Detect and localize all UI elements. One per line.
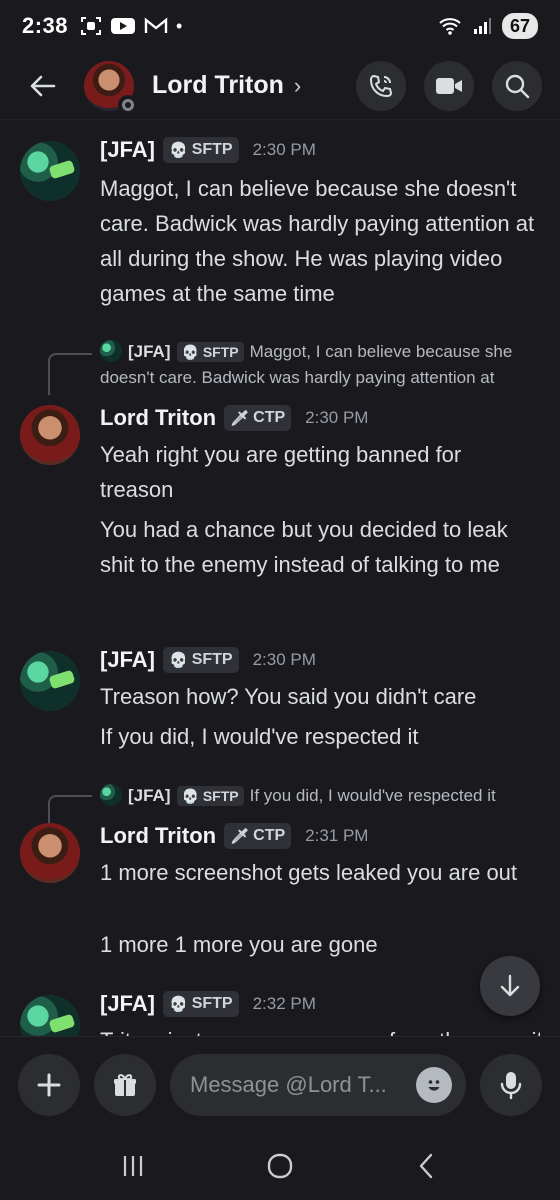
message-timestamp: 2:30 PM xyxy=(252,140,316,159)
search-icon xyxy=(505,74,530,98)
reply-spine xyxy=(48,353,92,395)
message-timestamp: 2:30 PM xyxy=(252,650,316,669)
reply-avatar xyxy=(100,784,122,806)
chevron-right-icon[interactable]: › xyxy=(294,73,301,99)
reply-clan-tag: 💀 SFTP xyxy=(176,786,244,806)
reply-author: [JFA] xyxy=(128,786,171,805)
add-attachment-button[interactable] xyxy=(18,1053,80,1116)
contact-name[interactable]: Lord Triton xyxy=(152,71,284,100)
emoji-button[interactable] xyxy=(416,1066,452,1103)
status-time: 2:38 xyxy=(22,13,69,38)
message-timestamp: 2:32 PM xyxy=(252,994,316,1013)
voice-message-button[interactable] xyxy=(480,1053,542,1116)
message-text: Triton, just so you are aware, from the … xyxy=(100,1023,540,1036)
message-author[interactable]: [JFA] xyxy=(100,991,155,1017)
message-timestamp: 2:30 PM xyxy=(305,408,369,427)
reply-spine xyxy=(48,795,92,825)
message-text: Maggot, I can believe because she doesn'… xyxy=(100,176,535,306)
battery-indicator: 67 xyxy=(501,13,538,39)
back-nav-icon[interactable] xyxy=(412,1151,442,1181)
microphone-icon xyxy=(500,1071,522,1099)
message-input-container[interactable] xyxy=(170,1053,466,1116)
video-call-button[interactable] xyxy=(424,60,474,111)
message-text: You had a chance but you decided to leak… xyxy=(100,517,508,577)
signal-icon xyxy=(473,18,491,34)
reply-preview[interactable]: [JFA] 💀 SFTP If you did, I would've respec… xyxy=(100,783,540,809)
message-text: Yeah right you are getting banned for tr… xyxy=(100,442,462,502)
voice-call-button[interactable] xyxy=(356,60,406,111)
user-avatar[interactable] xyxy=(20,405,80,465)
clan-tag: 💀 SFTP xyxy=(163,647,239,673)
message-input[interactable] xyxy=(190,1071,416,1098)
message-author[interactable]: [JFA] xyxy=(100,137,155,163)
reply-author: [JFA] xyxy=(128,342,171,361)
reply-avatar xyxy=(100,340,122,362)
sword-icon: 🗡 xyxy=(230,410,250,427)
gift-button[interactable] xyxy=(94,1053,156,1116)
smiley-icon xyxy=(428,1079,440,1091)
message-author[interactable]: Lord Triton xyxy=(100,823,216,849)
skull-icon: 💀 xyxy=(169,996,188,1013)
message-list[interactable]: [JFA] 💀 SFTP 2:30 PM Maggot, I can believ… xyxy=(0,121,560,1036)
user-avatar[interactable] xyxy=(20,823,80,883)
search-button[interactable] xyxy=(492,60,542,111)
screenshot-icon xyxy=(81,17,102,35)
home-icon[interactable] xyxy=(265,1151,295,1181)
user-avatar[interactable] xyxy=(20,651,80,711)
back-button[interactable] xyxy=(18,61,68,111)
clan-tag: 🗡 CTP xyxy=(224,823,292,849)
offline-status-indicator xyxy=(118,94,138,115)
reply-text: If you did, I would've respected it xyxy=(249,786,496,805)
wifi-icon xyxy=(439,18,461,35)
message-timestamp: 2:31 PM xyxy=(305,826,369,845)
status-bar: 2:38 • 67 xyxy=(0,0,560,52)
message-text: 1 more 1 more you are gone xyxy=(100,932,378,957)
message-author[interactable]: Lord Triton xyxy=(100,405,216,431)
user-avatar[interactable] xyxy=(20,141,80,201)
reply-preview[interactable]: [JFA] 💀 SFTP Maggot, I can believe because… xyxy=(100,339,540,391)
message-text: If you did, I would've respected it xyxy=(100,724,419,749)
message-text: 1 more screenshot gets leaked you are ou… xyxy=(100,860,518,885)
gmail-icon xyxy=(144,17,168,33)
dm-header: Lord Triton › xyxy=(0,52,560,120)
clan-tag: 🗡 CTP xyxy=(224,405,292,431)
clan-tag: 💀 SFTP xyxy=(163,137,239,163)
video-camera-icon xyxy=(436,77,462,94)
jump-to-present-button[interactable] xyxy=(480,956,540,1016)
phone-icon xyxy=(369,74,393,97)
reply-clan-tag: 💀 SFTP xyxy=(176,342,244,362)
plus-icon xyxy=(37,1073,61,1096)
contact-avatar[interactable] xyxy=(84,60,138,115)
notification-dot: • xyxy=(176,15,183,36)
youtube-icon xyxy=(111,18,136,34)
user-avatar[interactable] xyxy=(20,995,80,1036)
skull-icon: 💀 xyxy=(169,652,188,669)
arrow-down-icon xyxy=(500,974,520,997)
clan-tag: 💀 SFTP xyxy=(163,991,239,1017)
gift-icon xyxy=(114,1073,136,1096)
sword-icon: 🗡 xyxy=(230,828,250,845)
message-composer xyxy=(0,1036,560,1132)
notification-icons: • xyxy=(80,15,182,37)
system-navigation-bar xyxy=(0,1132,560,1200)
message-author[interactable]: [JFA] xyxy=(100,647,155,673)
message-text: Treason how? You said you didn't care xyxy=(100,684,477,709)
arrow-left-icon xyxy=(30,75,56,96)
recent-apps-icon[interactable] xyxy=(118,1151,148,1181)
skull-icon: 💀 xyxy=(169,142,188,159)
